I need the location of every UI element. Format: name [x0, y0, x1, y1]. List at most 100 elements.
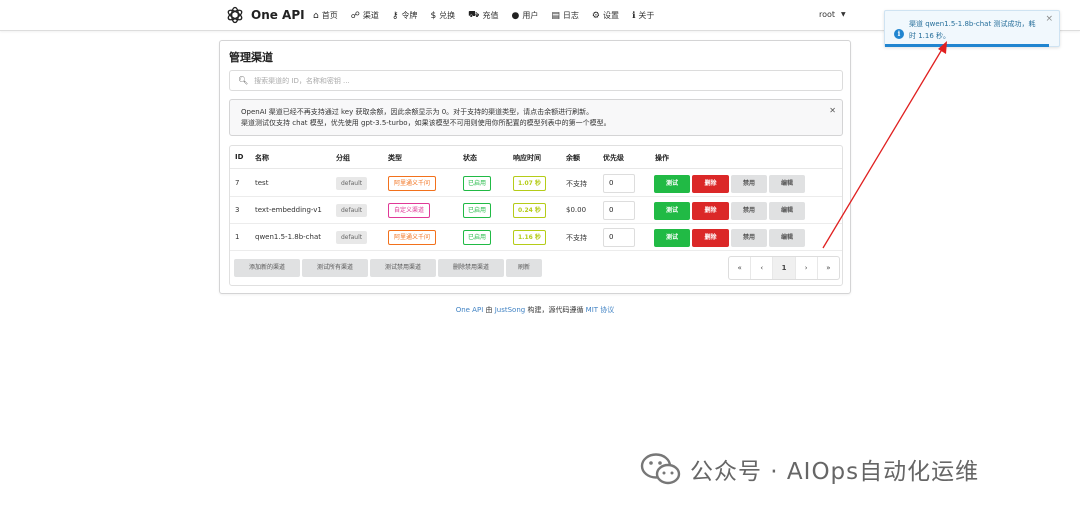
- nav-label: 充值: [482, 11, 499, 20]
- nav-item-1[interactable]: ☍ 渠道: [351, 10, 379, 21]
- disable-button[interactable]: 禁用: [731, 202, 767, 220]
- header-actions: 操作: [655, 154, 669, 162]
- priority-input[interactable]: 0: [603, 174, 635, 193]
- toast-progress-bar: [885, 44, 1049, 47]
- cart-icon: ⛟: [468, 10, 480, 20]
- cell-id: 7: [235, 179, 240, 187]
- nav-item-0[interactable]: ⌂ 首页: [313, 10, 338, 21]
- delete-button[interactable]: 删除: [692, 202, 729, 220]
- edit-button[interactable]: 编辑: [769, 202, 805, 220]
- nav-item-7[interactable]: ⚙ 设置: [592, 10, 619, 21]
- test-disabled-channels-button[interactable]: 测试禁用渠道: [370, 259, 436, 277]
- user-menu[interactable]: root ▼: [819, 10, 846, 19]
- cell-balance[interactable]: 不支持: [566, 233, 587, 243]
- channel-table: ID 名称 分组 类型 状态 响应时间 余额 优先级 操作 7 test defau…: [229, 145, 843, 286]
- response-time-badge[interactable]: 0.24 秒: [513, 203, 546, 218]
- first-page-button[interactable]: «: [729, 257, 752, 279]
- search-box: 🔍︎: [229, 70, 843, 91]
- cell-balance[interactable]: 不支持: [566, 179, 587, 189]
- nav-label: 关于: [638, 11, 655, 20]
- one-api-link[interactable]: One API: [456, 306, 484, 314]
- page-title: 管理渠道: [229, 51, 273, 64]
- nav-label: 日志: [562, 11, 579, 20]
- test-button[interactable]: 测试: [654, 229, 690, 247]
- status-badge: 已启用: [463, 230, 492, 245]
- header-priority[interactable]: 优先级: [603, 153, 624, 163]
- test-all-channels-button[interactable]: 测试所有渠道: [302, 259, 368, 277]
- table-header: ID 名称 分组 类型 状态 响应时间 余额 优先级 操作: [230, 146, 842, 169]
- delete-disabled-channels-button[interactable]: 删除禁用渠道: [438, 259, 504, 277]
- edit-button[interactable]: 编辑: [769, 175, 805, 193]
- header-id[interactable]: ID: [235, 153, 243, 161]
- watermark-text: 公众号 · AIOps自动化运维: [690, 459, 980, 485]
- group-label: default: [336, 204, 368, 217]
- notice-line-1: OpenAI 渠道已经不再支持通过 key 获取余额，因此余额显示为 0。对于支…: [241, 108, 594, 116]
- nav-item-4[interactable]: ⛟ 充值: [468, 10, 498, 21]
- nav-item-3[interactable]: $ 兑换: [430, 10, 455, 21]
- response-time-badge[interactable]: 1.07 秒: [513, 176, 546, 191]
- justsong-link[interactable]: JustSong: [495, 306, 526, 314]
- header-name[interactable]: 名称: [255, 153, 269, 163]
- page-1-button[interactable]: 1: [773, 257, 796, 279]
- add-channel-button[interactable]: 添加新的渠道: [234, 259, 300, 277]
- header-response-time[interactable]: 响应时间: [513, 153, 541, 163]
- disable-button[interactable]: 禁用: [731, 175, 767, 193]
- info-notice: OpenAI 渠道已经不再支持通过 key 获取余额，因此余额显示为 0。对于支…: [229, 99, 843, 136]
- last-page-button[interactable]: »: [818, 257, 839, 279]
- wechat-logo-icon: [640, 453, 681, 485]
- nav-item-2[interactable]: ⚷ 令牌: [392, 10, 418, 21]
- nav-label: 用户: [522, 11, 539, 20]
- cell-name: test: [255, 179, 269, 187]
- watermark: 公众号 · AIOps自动化运维: [640, 452, 979, 486]
- disable-button[interactable]: 禁用: [731, 229, 767, 247]
- gear-icon: ⚙: [591, 10, 600, 21]
- nav-item-6[interactable]: ▤ 日志: [551, 10, 579, 21]
- nav-item-8[interactable]: ℹ 关于: [632, 10, 654, 21]
- search-icon: 🔍︎: [238, 76, 249, 85]
- test-button[interactable]: 测试: [654, 202, 690, 220]
- cell-balance[interactable]: $0.00: [566, 206, 586, 214]
- test-button[interactable]: 测试: [654, 175, 690, 193]
- edit-button[interactable]: 编辑: [769, 229, 805, 247]
- header-group[interactable]: 分组: [336, 153, 350, 163]
- openai-logo-icon: [227, 6, 243, 24]
- notice-line-2: 渠道测试仅支持 chat 模型，优先使用 gpt-3.5-turbo，如果该模型…: [241, 119, 611, 127]
- cell-id: 3: [235, 206, 240, 214]
- nav-label: 设置: [602, 11, 619, 20]
- nav-item-5[interactable]: ● 用户: [512, 10, 539, 21]
- next-page-button[interactable]: ›: [796, 257, 818, 279]
- key-icon: ⚷: [391, 10, 399, 21]
- mit-license-link[interactable]: MIT 协议: [586, 306, 615, 314]
- header-status[interactable]: 状态: [463, 153, 477, 163]
- cell-id: 1: [235, 233, 240, 241]
- response-time-badge[interactable]: 1.16 秒: [513, 230, 546, 245]
- info-circle-icon: i: [894, 29, 904, 39]
- prev-page-button[interactable]: ‹: [751, 257, 774, 279]
- page-footer: One API 由 JustSong 构建，源代码遵循 MIT 协议: [0, 305, 1070, 315]
- table-row: 7 test default 阿里通义千问 已启用 1.07 秒 不支持 0 测试 删除 禁用 编辑: [230, 170, 842, 197]
- header-balance[interactable]: 余额: [566, 153, 580, 163]
- search-input[interactable]: [254, 76, 815, 85]
- refresh-button[interactable]: 刷新: [506, 259, 542, 277]
- header-type[interactable]: 类型: [388, 153, 402, 163]
- priority-input[interactable]: 0: [603, 228, 635, 247]
- brand[interactable]: One API: [225, 5, 305, 25]
- close-icon[interactable]: ✕: [829, 106, 836, 115]
- info-icon: ℹ: [631, 10, 636, 21]
- type-label: 自定义渠道: [388, 203, 431, 218]
- close-icon[interactable]: ×: [1045, 14, 1053, 24]
- caret-down-icon: ▼: [841, 11, 846, 18]
- status-badge: 已启用: [463, 203, 492, 218]
- type-label: 阿里通义千问: [388, 176, 437, 191]
- table-row: 3 text-embedding-v1 default 自定义渠道 已启用 0.24 秒 $…: [230, 197, 842, 224]
- group-label: default: [336, 177, 368, 190]
- user-icon: ●: [511, 10, 520, 21]
- toast-message: 渠道 qwen1.5-1.8b-chat 测试成功，耗时 1.16 秒。: [909, 20, 1036, 40]
- sitemap-icon: ☍: [350, 10, 360, 21]
- priority-input[interactable]: 0: [603, 201, 635, 220]
- home-icon: ⌂: [313, 10, 319, 21]
- nav-label: 首页: [321, 11, 338, 20]
- book-icon: ▤: [551, 10, 560, 21]
- delete-button[interactable]: 删除: [692, 175, 729, 193]
- delete-button[interactable]: 删除: [692, 229, 729, 247]
